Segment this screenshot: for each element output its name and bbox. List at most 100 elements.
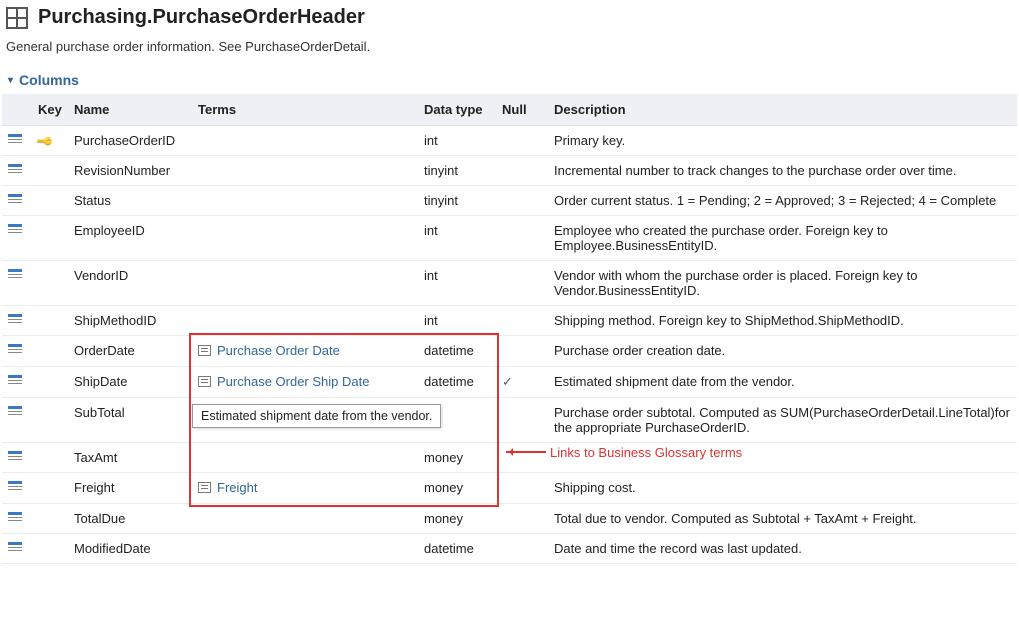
section-label: Columns	[19, 72, 79, 88]
annotation: Links to Business Glossary terms	[506, 445, 742, 460]
cell-datatype: int	[418, 306, 496, 336]
column-icon	[8, 134, 22, 145]
cell-datatype: datetime	[418, 336, 496, 367]
column-icon	[8, 542, 22, 553]
columns-table: Key Name Terms Data type Null Descriptio…	[2, 94, 1017, 564]
page-title: Purchasing.PurchaseOrderHeader	[38, 6, 365, 29]
page-subtitle: General purchase order information. See …	[2, 33, 1017, 70]
section-columns-header[interactable]: ▾ Columns	[2, 70, 1017, 94]
tooltip-text: Estimated shipment date from the vendor.	[201, 409, 432, 423]
cell-terms	[192, 126, 418, 156]
cell-null	[496, 336, 548, 367]
cell-key	[32, 398, 68, 443]
cell-datatype: tinyint	[418, 186, 496, 216]
cell-key: 🔑	[32, 126, 68, 156]
glossary-icon	[198, 376, 211, 387]
cell-datatype: money	[418, 443, 496, 473]
cell-datatype: money	[418, 473, 496, 504]
column-icon	[8, 406, 22, 417]
cell-null	[496, 504, 548, 534]
cell-datatype: int	[418, 126, 496, 156]
term-link[interactable]: Purchase Order Ship Date	[198, 374, 369, 389]
cell-description: Estimated shipment date from the vendor.	[548, 367, 1017, 398]
glossary-icon	[198, 345, 211, 356]
th-description: Description	[548, 94, 1017, 126]
table-icon	[6, 7, 28, 29]
chevron-down-icon: ▾	[8, 75, 13, 86]
term-label: Freight	[217, 480, 257, 495]
th-null: Null	[496, 94, 548, 126]
cell-null	[496, 398, 548, 443]
cell-icon	[2, 156, 32, 186]
column-icon	[8, 224, 22, 235]
column-icon	[8, 314, 22, 325]
table-row: SubTotalPurchase order subtotal. Compute…	[2, 398, 1017, 443]
th-key: Key	[32, 94, 68, 126]
cell-icon	[2, 126, 32, 156]
cell-datatype: money	[418, 504, 496, 534]
cell-terms	[192, 186, 418, 216]
table-row: TotalDue money Total due to vendor. Comput…	[2, 504, 1017, 534]
cell-description: Total due to vendor. Computed as Subtota…	[548, 504, 1017, 534]
table-row: 🔑 PurchaseOrderID int Primary key.	[2, 126, 1017, 156]
table-row: ShipDatePurchase Order Ship Datedatetime…	[2, 367, 1017, 398]
cell-datatype: int	[418, 261, 496, 306]
column-icon	[8, 269, 22, 280]
term-link[interactable]: Freight	[198, 480, 257, 495]
table-row: ModifiedDatedatetimeDate and time the re…	[2, 534, 1017, 564]
key-icon: 🔑	[35, 132, 54, 151]
table-row: VendorIDintVendor with whom the purchase…	[2, 261, 1017, 306]
cell-name: OrderDate	[68, 336, 192, 367]
table-row: EmployeeIDintEmployee who created the pu…	[2, 216, 1017, 261]
cell-description: Order current status. 1 = Pending; 2 = A…	[548, 186, 1017, 216]
page-root: Purchasing.PurchaseOrderHeader General p…	[2, 0, 1017, 564]
column-icon	[8, 164, 22, 175]
cell-terms	[192, 261, 418, 306]
cell-description: Shipping cost.	[548, 473, 1017, 504]
cell-key	[32, 367, 68, 398]
cell-key	[32, 473, 68, 504]
table-row: StatustinyintOrder current status. 1 = P…	[2, 186, 1017, 216]
cell-icon	[2, 306, 32, 336]
cell-name: EmployeeID	[68, 216, 192, 261]
cell-description: Purchase order creation date.	[548, 336, 1017, 367]
table-header-row: Key Name Terms Data type Null Descriptio…	[2, 94, 1017, 126]
cell-key	[32, 186, 68, 216]
cell-datatype: int	[418, 216, 496, 261]
cell-name: TotalDue	[68, 504, 192, 534]
cell-name: ShipMethodID	[68, 306, 192, 336]
cell-icon	[2, 473, 32, 504]
column-icon	[8, 344, 22, 355]
cell-icon	[2, 336, 32, 367]
cell-terms	[192, 306, 418, 336]
cell-name: PurchaseOrderID	[68, 126, 192, 156]
column-icon	[8, 451, 22, 462]
annotation-text: Links to Business Glossary terms	[550, 445, 742, 460]
cell-name: ModifiedDate	[68, 534, 192, 564]
cell-terms: Freight	[192, 473, 418, 504]
cell-name: Freight	[68, 473, 192, 504]
term-label: Purchase Order Ship Date	[217, 374, 369, 389]
cell-null	[496, 216, 548, 261]
cell-key	[32, 156, 68, 186]
check-icon: ✓	[502, 374, 513, 389]
table-row: Freight Freight money Shipping cost.	[2, 473, 1017, 504]
cell-key	[32, 216, 68, 261]
th-name: Name	[68, 94, 192, 126]
cell-terms	[192, 504, 418, 534]
cell-key	[32, 443, 68, 473]
cell-null	[496, 156, 548, 186]
cell-datatype: tinyint	[418, 156, 496, 186]
column-icon	[8, 375, 22, 386]
th-terms: Terms	[192, 94, 418, 126]
cell-description: Shipping method. Foreign key to ShipMeth…	[548, 306, 1017, 336]
cell-key	[32, 504, 68, 534]
column-icon	[8, 481, 22, 492]
cell-name: VendorID	[68, 261, 192, 306]
cell-null: ✓	[496, 367, 548, 398]
cell-description: Primary key.	[548, 126, 1017, 156]
page-header: Purchasing.PurchaseOrderHeader	[2, 0, 1017, 33]
term-link[interactable]: Purchase Order Date	[198, 343, 340, 358]
cell-icon	[2, 216, 32, 261]
th-icon	[2, 94, 32, 126]
